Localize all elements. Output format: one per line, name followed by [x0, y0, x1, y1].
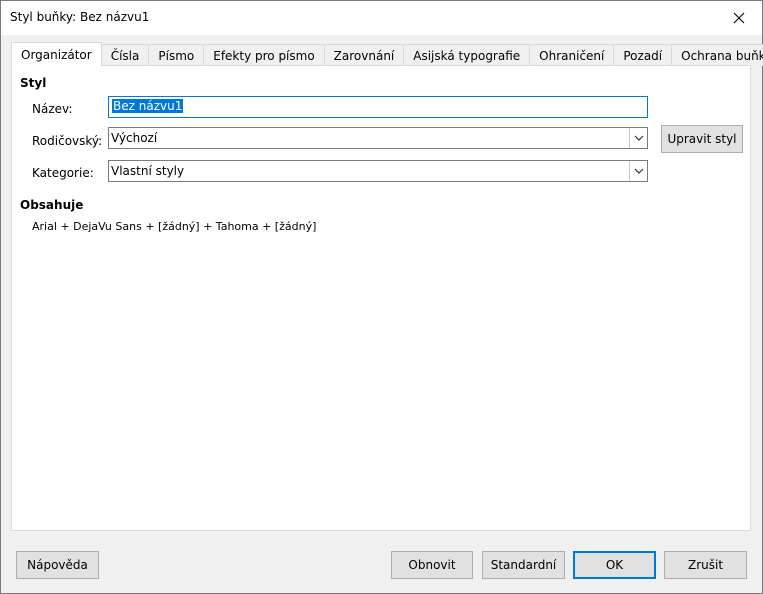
tab-alignment-label: Zarovnání — [333, 48, 395, 63]
parent-style-select[interactable]: Výchozí — [108, 127, 648, 149]
category-value: Vlastní styly — [111, 164, 185, 178]
tab-numbers[interactable]: Čísla — [100, 44, 150, 66]
chevron-down-icon — [629, 161, 647, 181]
chevron-down-icon — [629, 128, 647, 148]
tab-asian-typography-label: Asijská typografie — [413, 48, 521, 63]
edit-style-button[interactable]: Upravit styl — [661, 125, 743, 153]
tab-font[interactable]: Písmo — [148, 44, 205, 66]
tab-cell-protection-label: Ochrana buňky — [681, 48, 763, 63]
parent-style-value: Výchozí — [111, 131, 158, 145]
tab-organizer[interactable]: Organizátor — [11, 42, 102, 66]
tab-organizer-label: Organizátor — [21, 47, 92, 62]
contains-text: Arial + DejaVu Sans + [žádný] + Tahoma +… — [32, 220, 317, 233]
tab-bar: Organizátor Čísla Písmo Efekty pro písmo… — [11, 42, 763, 66]
category-select[interactable]: Vlastní styly — [108, 160, 648, 182]
tab-borders[interactable]: Ohraničení — [529, 44, 615, 66]
name-input[interactable]: Bez názvu1 — [108, 96, 648, 118]
contains-section-heading: Obsahuje — [20, 198, 84, 212]
name-label: Název: — [32, 102, 73, 116]
ok-button[interactable]: OK — [573, 551, 656, 579]
tab-borders-label: Ohraničení — [539, 48, 605, 63]
cancel-button[interactable]: Zrušit — [664, 551, 747, 579]
parent-label: Rodičovský: — [32, 134, 103, 148]
close-button[interactable] — [716, 1, 762, 35]
tab-background-label: Pozadí — [623, 48, 663, 63]
window-title: Styl buňky: Bez názvu1 — [10, 10, 150, 24]
help-button[interactable]: Nápověda — [16, 551, 99, 579]
tab-alignment[interactable]: Zarovnání — [323, 44, 405, 66]
organizer-panel: Styl Název: Bez názvu1 Rodičovský: Výcho… — [11, 65, 751, 531]
tab-background[interactable]: Pozadí — [613, 44, 673, 66]
standard-button[interactable]: Standardní — [482, 551, 565, 579]
tab-font-effects[interactable]: Efekty pro písmo — [203, 44, 325, 66]
tab-numbers-label: Čísla — [110, 48, 140, 63]
tab-font-label: Písmo — [158, 48, 195, 63]
style-section-heading: Styl — [20, 76, 47, 90]
category-label: Kategorie: — [32, 166, 94, 180]
close-icon — [733, 12, 745, 24]
reset-button[interactable]: Obnovit — [391, 551, 473, 579]
title-bar: Styl buňky: Bez názvu1 — [1, 1, 762, 35]
name-input-value: Bez názvu1 — [112, 99, 184, 113]
tab-font-effects-label: Efekty pro písmo — [213, 48, 315, 63]
cell-style-dialog: Styl buňky: Bez názvu1 Organizátor Čísla… — [0, 0, 763, 594]
tab-asian-typography[interactable]: Asijská typografie — [403, 44, 531, 66]
tab-cell-protection[interactable]: Ochrana buňky — [671, 44, 763, 66]
